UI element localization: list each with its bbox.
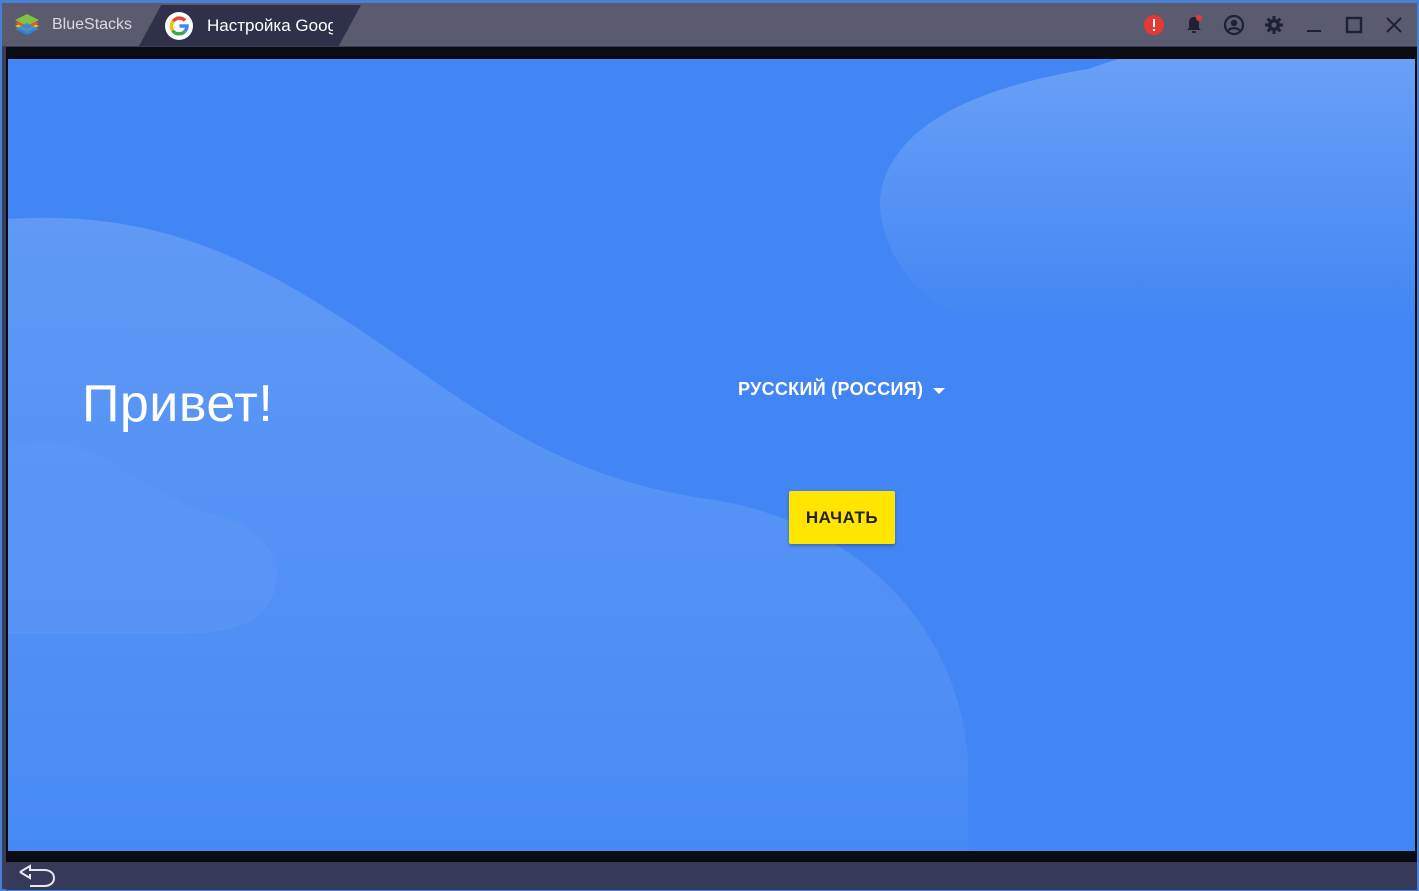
- android-screen: Привет! РУССКИЙ (РОССИЯ) НАЧАТЬ: [8, 59, 1415, 851]
- title-bar: BlueStacks Настройка Google: [2, 3, 1417, 46]
- active-tab-label: Настройка Google: [207, 15, 333, 35]
- language-label: РУССКИЙ (РОССИЯ): [738, 379, 924, 399]
- back-arrow-icon[interactable]: [16, 863, 56, 889]
- tab-google-setup[interactable]: Настройка Google: [139, 5, 361, 46]
- account-icon[interactable]: [1223, 14, 1245, 36]
- background-shapes: [8, 59, 1415, 851]
- start-button[interactable]: НАЧАТЬ: [789, 491, 895, 544]
- language-dropdown[interactable]: РУССКИЙ (РОССИЯ): [738, 379, 946, 400]
- dropdown-arrow-icon: [933, 387, 946, 394]
- bluestacks-window: BlueStacks Настройка Google: [0, 0, 1419, 891]
- greeting-title: Привет!: [82, 375, 274, 433]
- google-logo-icon: [165, 11, 193, 40]
- bell-icon[interactable]: [1183, 14, 1205, 36]
- home-tab-label: BlueStacks: [52, 15, 133, 33]
- bluestacks-logo-icon: [15, 13, 39, 35]
- minimize-icon[interactable]: [1303, 14, 1325, 36]
- bottom-bar: [6, 862, 1417, 890]
- screen-frame: Привет! РУССКИЙ (РОССИЯ) НАЧАТЬ: [6, 47, 1417, 862]
- maximize-icon[interactable]: [1343, 14, 1365, 36]
- window-controls: [1143, 3, 1405, 46]
- alert-icon[interactable]: [1143, 14, 1165, 36]
- close-icon[interactable]: [1383, 14, 1405, 36]
- gear-icon[interactable]: [1263, 14, 1285, 36]
- home-tab[interactable]: BlueStacks: [2, 3, 152, 46]
